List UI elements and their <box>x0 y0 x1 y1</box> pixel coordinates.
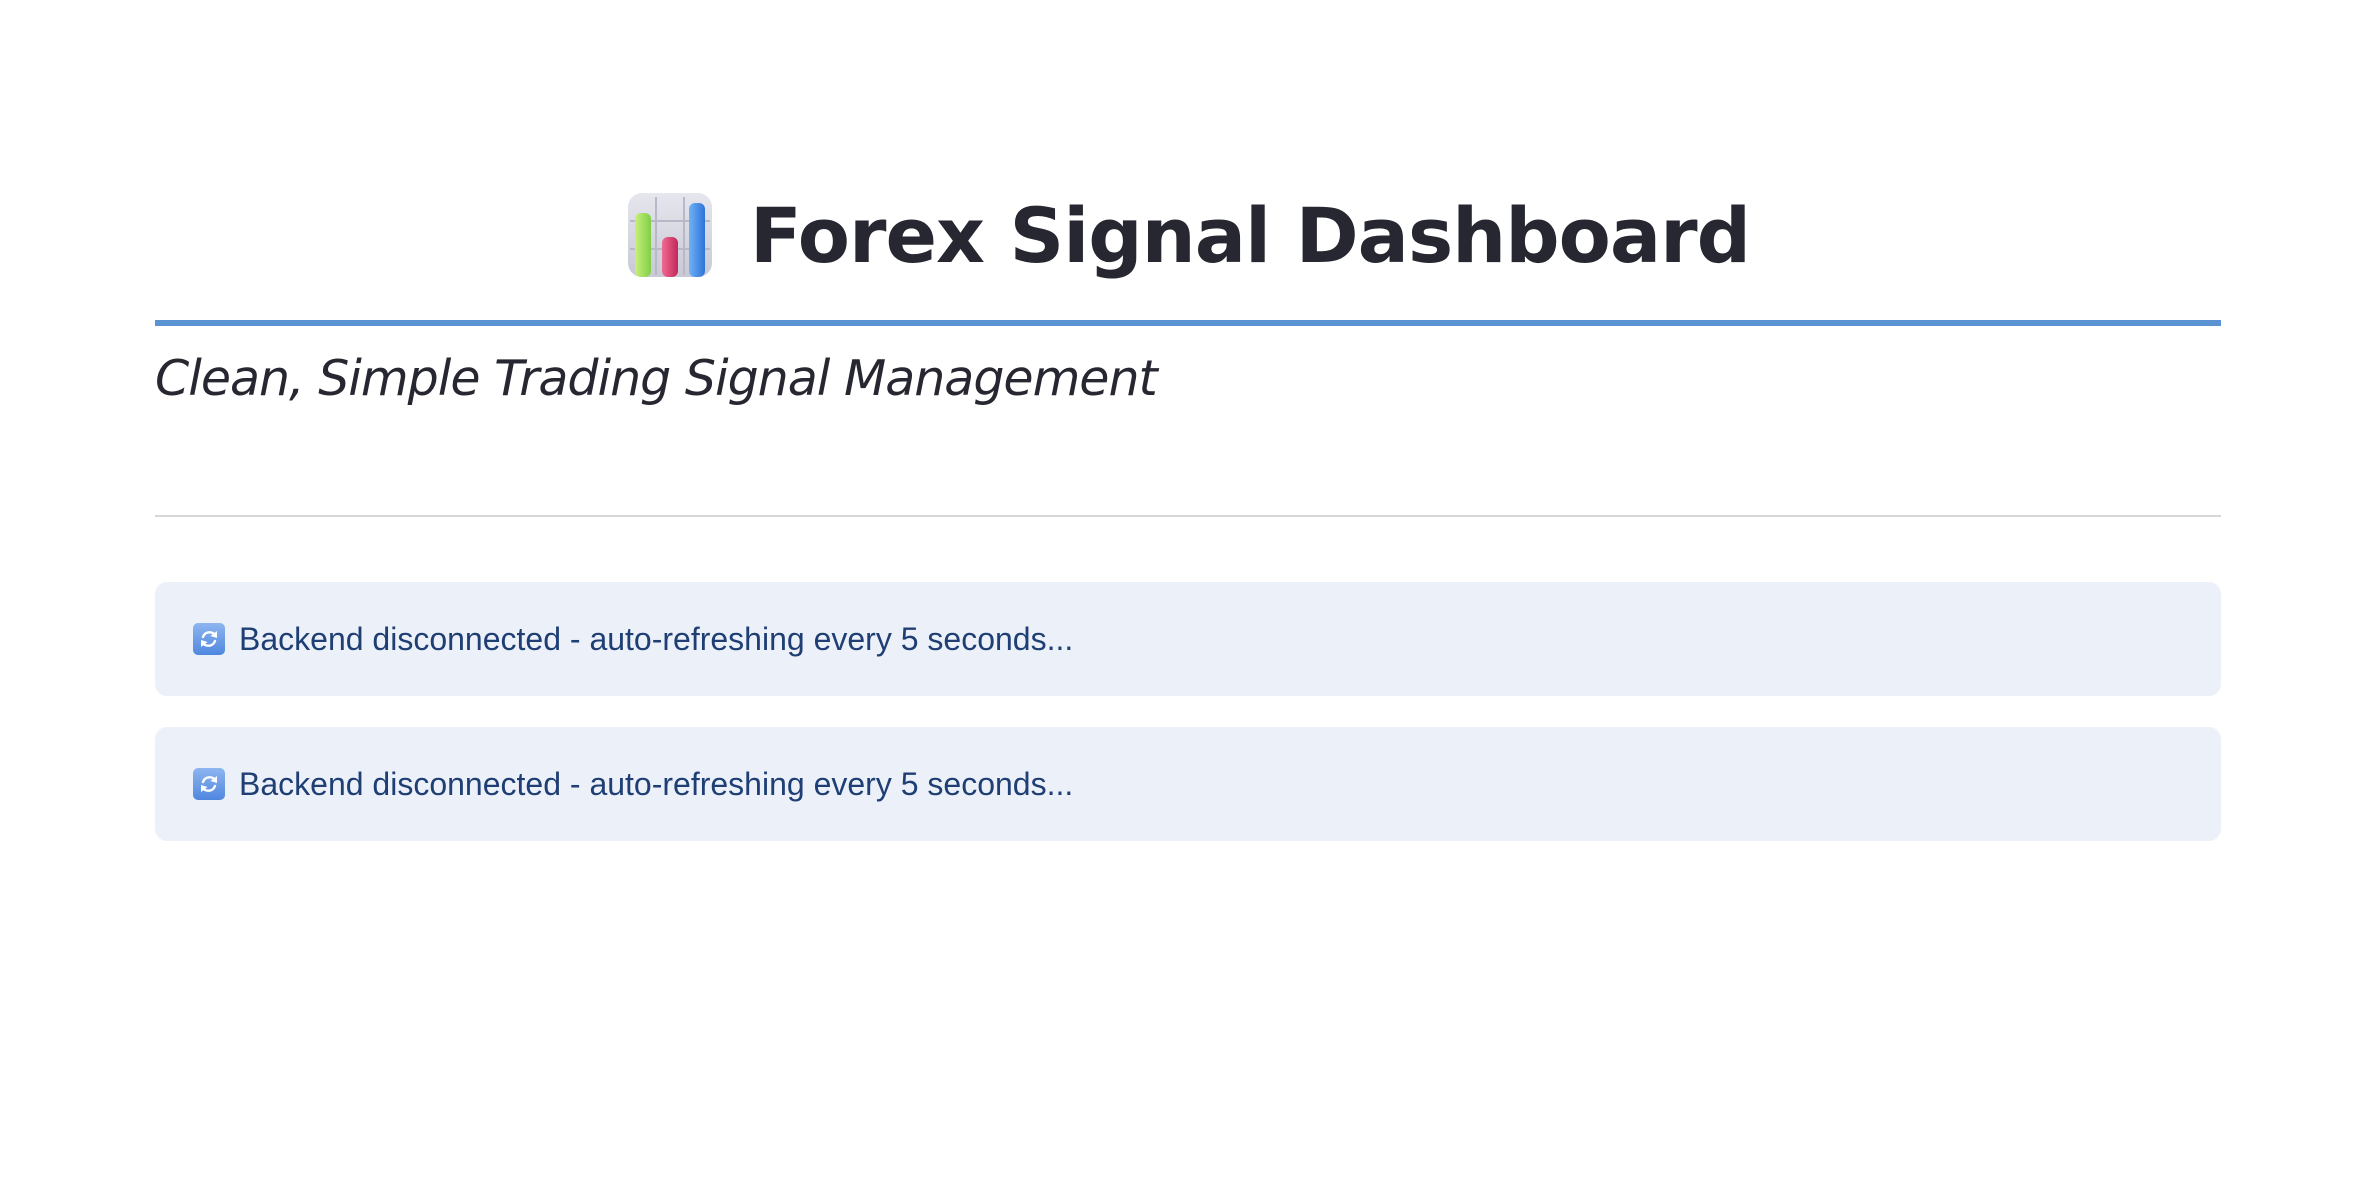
refresh-icon <box>193 768 225 800</box>
refresh-icon <box>193 623 225 655</box>
page-subtitle: Clean, Simple Trading Signal Management <box>155 350 1158 407</box>
info-alert: Backend disconnected - auto-refreshing e… <box>155 727 2221 841</box>
main-content: Forex Signal Dashboard Clean, Simple Tra… <box>155 0 2221 1196</box>
alert-message: Backend disconnected - auto-refreshing e… <box>239 765 1074 802</box>
bar-chart-icon <box>626 191 714 279</box>
page-header: Forex Signal Dashboard <box>155 180 2221 290</box>
title-underline <box>155 320 2221 326</box>
section-divider <box>155 515 2221 517</box>
info-alert: Backend disconnected - auto-refreshing e… <box>155 582 2221 696</box>
page-title: Forex Signal Dashboard <box>749 190 1751 280</box>
alert-message: Backend disconnected - auto-refreshing e… <box>239 620 1074 657</box>
